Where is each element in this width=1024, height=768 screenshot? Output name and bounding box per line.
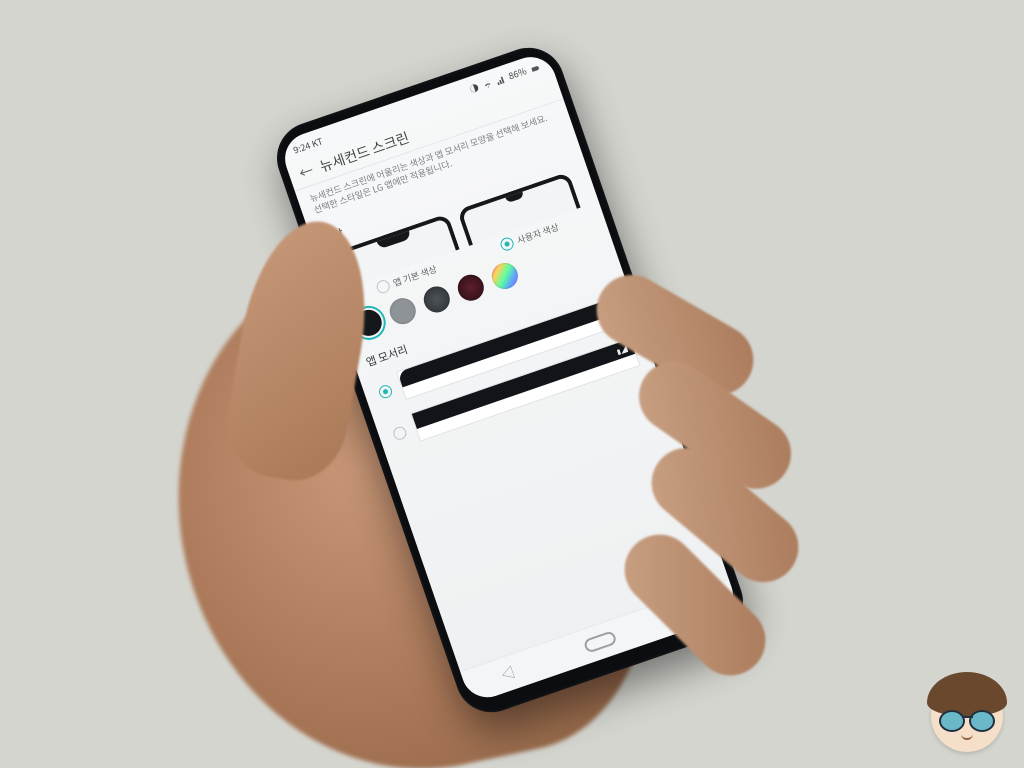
radio-dot [377,383,394,400]
watermark-avatar [924,672,1010,758]
radio-dot [392,425,409,442]
battery-icon [528,60,542,76]
color-swatch-rainbow[interactable] [488,260,521,293]
signal-icon [493,72,507,88]
wifi-icon [480,76,494,92]
nfc-icon: ◑ [468,81,481,96]
nav-back-icon[interactable]: ◁ [498,662,518,685]
status-carrier: KT [310,134,325,150]
color-swatch-grey[interactable] [386,295,419,328]
nav-home-icon[interactable] [583,630,618,654]
color-swatch-dark-grey[interactable] [420,283,453,316]
color-swatch-wine[interactable] [454,271,487,304]
back-icon[interactable]: ← [297,163,315,181]
